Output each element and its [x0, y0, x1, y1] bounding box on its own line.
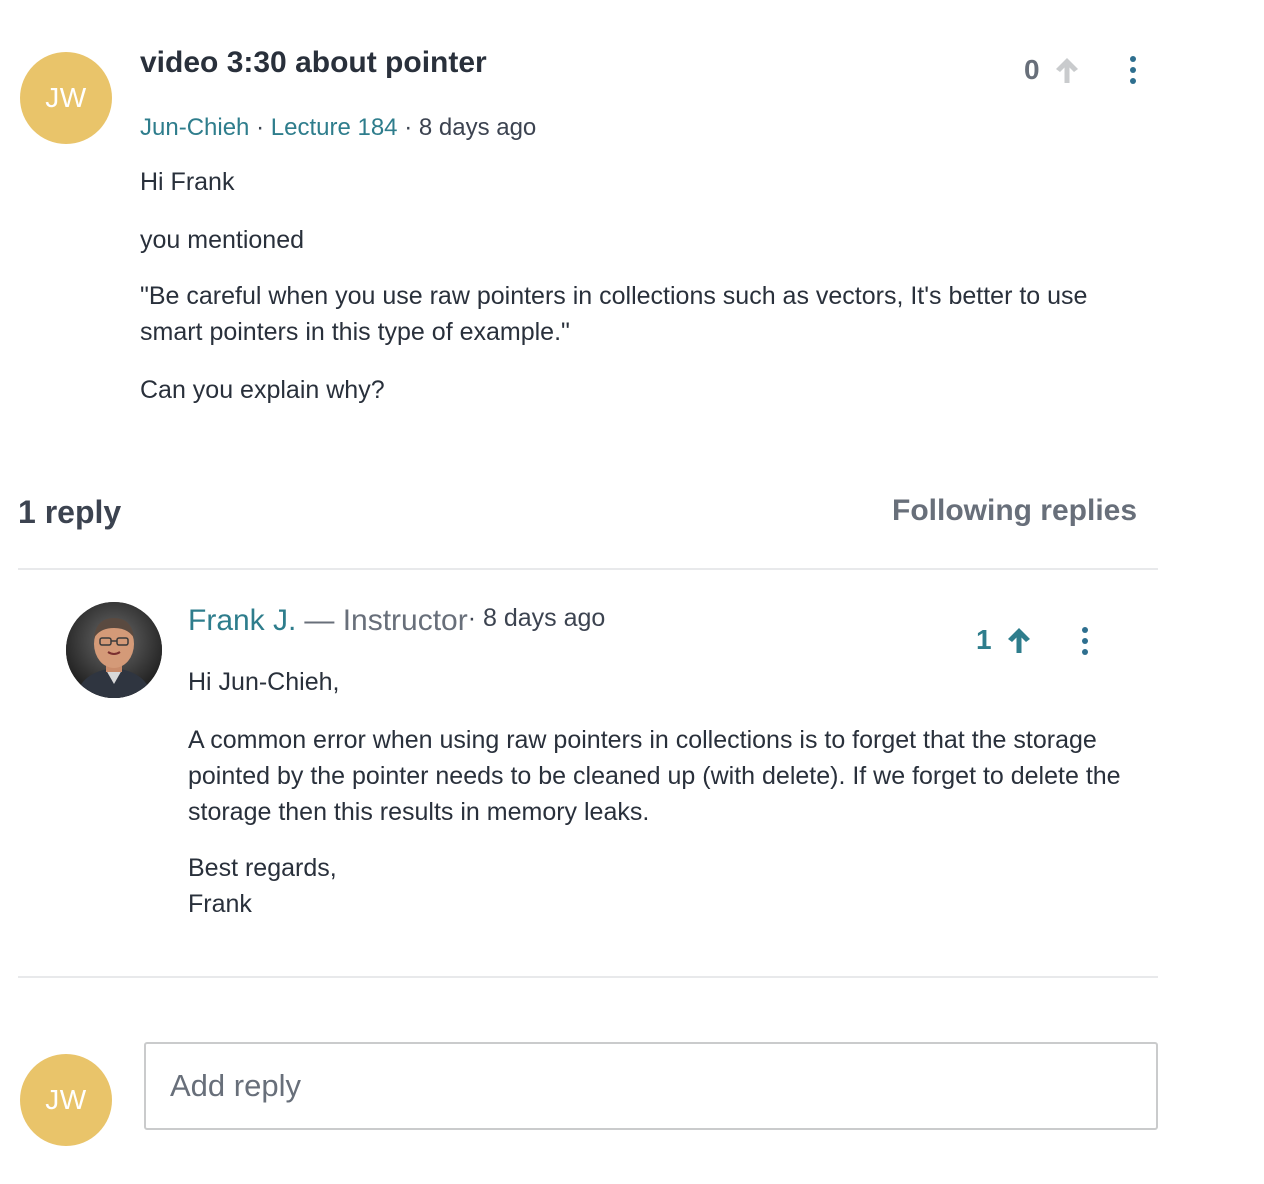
meta-separator: ·	[256, 114, 271, 141]
reply-paragraph: Frank	[188, 890, 252, 918]
instructor-photo-icon	[66, 602, 162, 698]
reply-paragraph: Best regards,	[188, 854, 337, 882]
reply-more-options-icon[interactable]	[1079, 627, 1091, 655]
question-meta: Jun-Chieh · Lecture 184 · 8 days ago	[140, 114, 536, 142]
reply-time: · 8 days ago	[467, 604, 606, 632]
question-paragraph: "Be careful when you use raw pointers in…	[140, 282, 1088, 346]
meta-separator: ·	[404, 114, 419, 141]
author-link[interactable]: Jun-Chieh	[140, 114, 249, 141]
avatar-initials: JW	[45, 82, 87, 113]
upvote-arrow-icon[interactable]	[1004, 625, 1034, 655]
vote-count: 0	[1024, 54, 1040, 85]
following-replies-button[interactable]: Following replies	[892, 494, 1137, 528]
question-paragraph: Hi Frank	[140, 168, 235, 196]
question-paragraph: you mentioned	[140, 226, 305, 254]
add-reply-input[interactable]	[144, 1042, 1158, 1130]
more-options-icon[interactable]	[1127, 56, 1139, 84]
lecture-link[interactable]: Lecture 184	[271, 114, 398, 141]
reply-paragraph: A common error when using raw pointers i…	[188, 726, 1121, 826]
question-body: Hi Frank you mentioned "Be careful when …	[140, 164, 1150, 408]
divider	[18, 568, 1158, 570]
question-time: 8 days ago	[418, 114, 537, 141]
instructor-role: — Instructor	[304, 604, 468, 637]
upvote-arrow-icon[interactable]	[1052, 55, 1082, 85]
reply-vote: 1	[976, 624, 1034, 656]
vote-count: 1	[976, 624, 992, 655]
divider	[18, 976, 1158, 978]
current-user-avatar[interactable]: JW	[20, 1054, 112, 1146]
reply-body: Hi Jun-Chieh, A common error when using …	[188, 664, 1148, 922]
question-paragraph: Can you explain why?	[140, 376, 385, 404]
reply-header: Frank J. — Instructor · 8 days ago	[188, 604, 605, 638]
avatar[interactable]: JW	[20, 52, 112, 144]
reply-count: 1 reply	[18, 494, 122, 530]
avatar-initials: JW	[45, 1084, 87, 1115]
question-vote: 0	[1024, 54, 1082, 86]
reply-paragraph: Hi Jun-Chieh,	[188, 668, 340, 696]
instructor-name-link[interactable]: Frank J.	[188, 604, 296, 638]
question-title[interactable]: video 3:30 about pointer	[140, 46, 487, 80]
instructor-avatar[interactable]	[66, 602, 162, 698]
